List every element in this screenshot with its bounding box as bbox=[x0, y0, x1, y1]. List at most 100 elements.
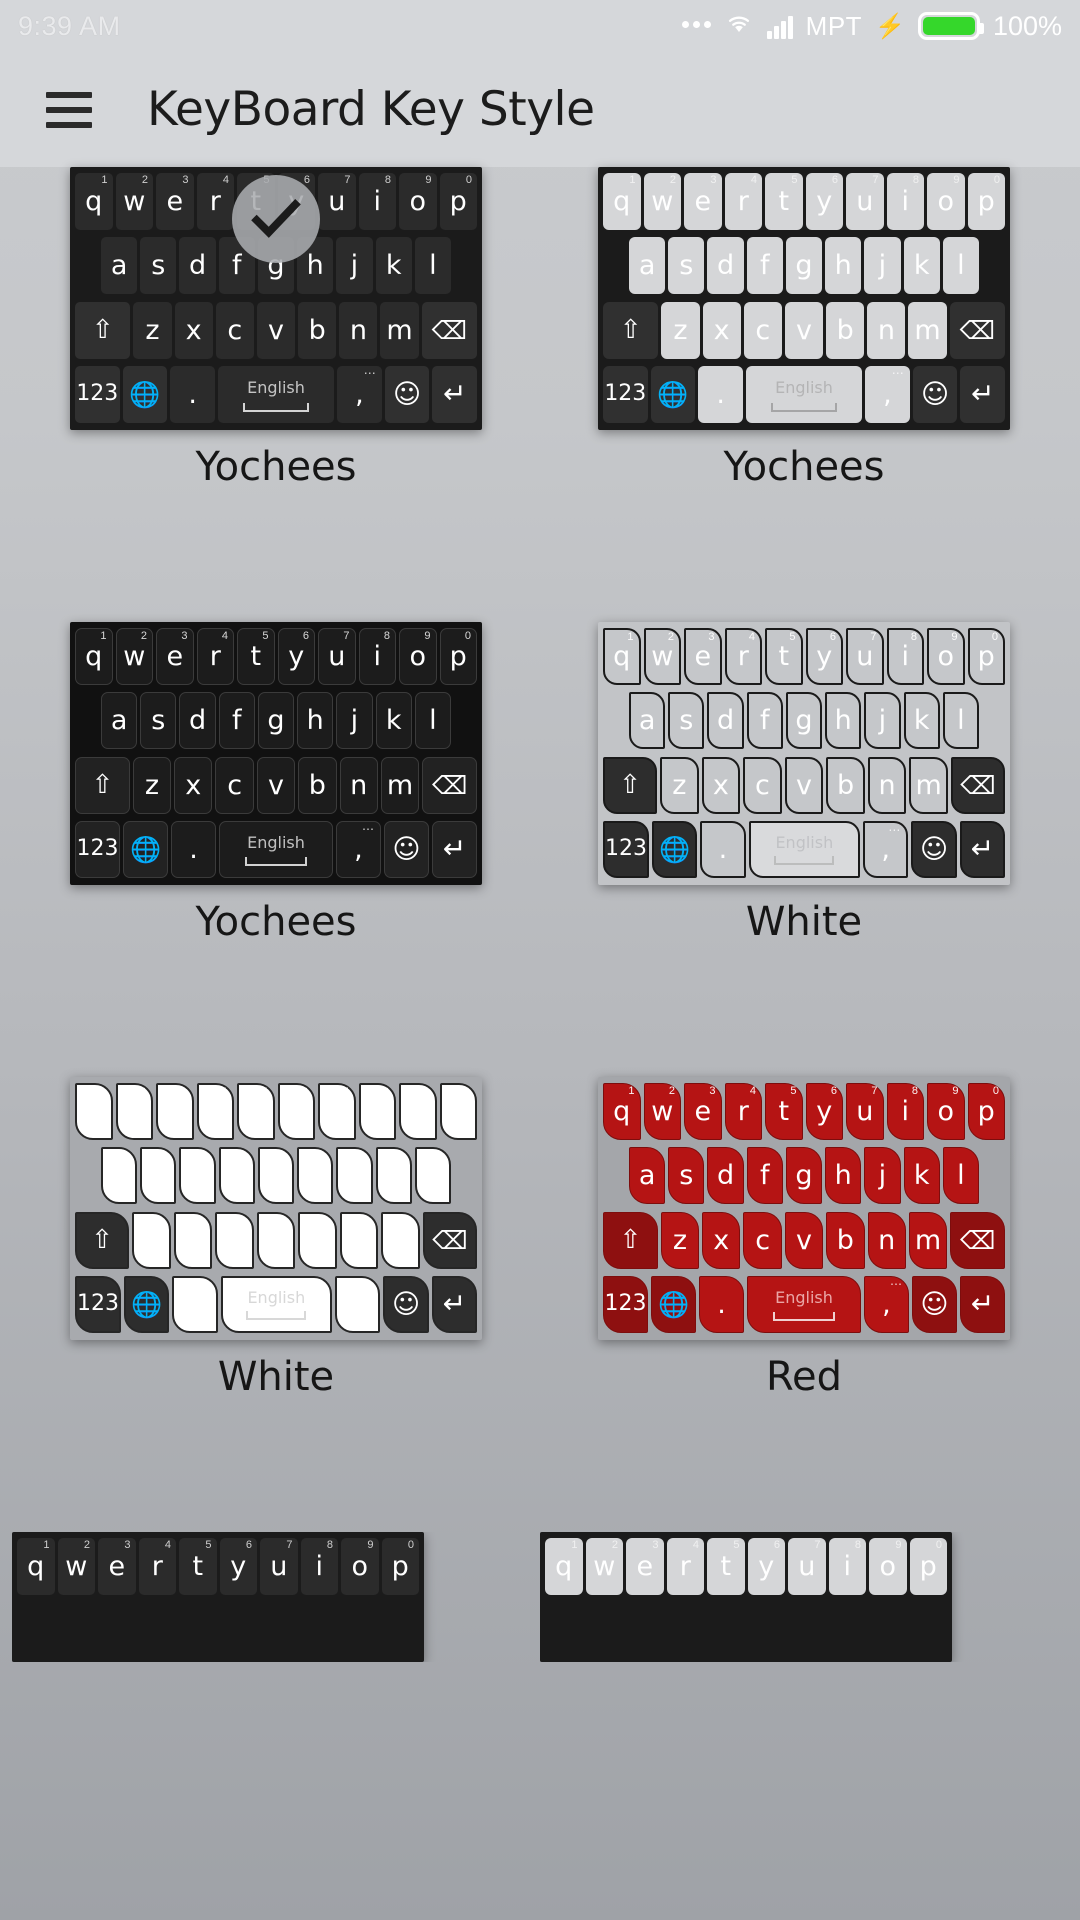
key-r[interactable]: 4r bbox=[724, 628, 762, 685]
backspace-key[interactable]: ⌫ bbox=[422, 756, 477, 814]
theme-card[interactable]: 1q2w3e4r5t6y7u8i9o0pasdfghjkl⇧zxcvbnm⌫12… bbox=[540, 1077, 1068, 1532]
key-y[interactable]: 6 bbox=[277, 1083, 315, 1140]
key-a[interactable]: a bbox=[101, 237, 138, 295]
key-a[interactable]: a bbox=[101, 692, 138, 750]
key-i[interactable]: 8i bbox=[886, 173, 924, 230]
backspace-key[interactable]: ⌫ bbox=[950, 1211, 1005, 1269]
key-e[interactable]: 3e bbox=[684, 173, 722, 230]
key-e[interactable]: 3e bbox=[156, 173, 194, 230]
key-h[interactable]: h bbox=[297, 692, 334, 750]
key-o[interactable]: 9o bbox=[341, 1538, 379, 1595]
key-w[interactable]: 2w bbox=[643, 628, 681, 685]
theme-card[interactable]: 1q2w3e4r5t6y7u8i9o0p bbox=[540, 1532, 1068, 1662]
key-p[interactable]: 0p bbox=[381, 1538, 419, 1595]
key-e[interactable]: 3e bbox=[98, 1538, 136, 1595]
key-z[interactable]: z bbox=[133, 301, 172, 359]
key-a[interactable]: a bbox=[629, 1147, 666, 1205]
key-q[interactable]: 1q bbox=[545, 1538, 583, 1595]
key-w[interactable]: 2w bbox=[115, 173, 153, 230]
key-x[interactable]: x bbox=[174, 756, 213, 814]
key-p[interactable]: 0p bbox=[439, 628, 477, 685]
key-p[interactable]: 0p bbox=[967, 1083, 1005, 1140]
key-d[interactable] bbox=[179, 1147, 216, 1205]
numeric-key[interactable]: 123 bbox=[75, 1275, 121, 1333]
space-key[interactable]: English bbox=[219, 820, 333, 878]
emoji-key[interactable]: ☺ bbox=[912, 365, 958, 423]
key-t[interactable]: 5t bbox=[237, 628, 275, 685]
key-j[interactable]: j bbox=[336, 692, 373, 750]
key-g[interactable] bbox=[257, 1147, 295, 1205]
key-u[interactable]: 7u bbox=[846, 1083, 884, 1140]
numeric-key[interactable]: 123 bbox=[74, 365, 120, 423]
key-r[interactable]: 4r bbox=[196, 173, 234, 230]
period-key[interactable]: . bbox=[172, 1275, 218, 1333]
key-u[interactable]: 7 bbox=[318, 1083, 356, 1140]
key-k[interactable]: k bbox=[375, 237, 412, 295]
key-u[interactable]: 7u bbox=[260, 1538, 298, 1595]
theme-card[interactable]: 1q2w3e4r5t6y7u8i9o0pasdfghjkl⇧zxcvbnm⌫12… bbox=[540, 167, 1068, 622]
key-l[interactable]: l bbox=[414, 237, 451, 295]
theme-card[interactable]: 1q2w3e4r5t6y7u8i9o0pasdfghjkl⇧zxcvbnm⌫12… bbox=[12, 167, 540, 622]
key-o[interactable]: 9o bbox=[927, 1083, 965, 1140]
space-key[interactable]: English bbox=[217, 365, 335, 423]
key-a[interactable]: a bbox=[629, 237, 666, 295]
key-m[interactable]: m bbox=[380, 301, 419, 359]
key-p[interactable]: 0p bbox=[439, 173, 477, 230]
key-m[interactable] bbox=[381, 1211, 420, 1269]
key-y[interactable]: 6y bbox=[805, 173, 843, 230]
key-z[interactable]: z bbox=[661, 301, 700, 359]
period-key[interactable]: . bbox=[699, 1275, 745, 1333]
key-f[interactable]: f bbox=[218, 692, 255, 750]
key-b[interactable]: b bbox=[826, 1211, 865, 1269]
key-q[interactable]: 1q bbox=[75, 173, 113, 230]
key-v[interactable] bbox=[256, 1211, 296, 1269]
key-s[interactable]: s bbox=[668, 237, 705, 295]
key-f[interactable]: f bbox=[746, 237, 783, 295]
key-n[interactable]: n bbox=[867, 301, 906, 359]
space-key[interactable]: English bbox=[747, 1275, 861, 1333]
key-k[interactable] bbox=[375, 1147, 412, 1205]
key-g[interactable]: g bbox=[785, 1147, 823, 1205]
key-k[interactable]: k bbox=[903, 237, 940, 295]
key-e[interactable]: 3e bbox=[684, 1083, 722, 1140]
key-i[interactable]: 8 bbox=[358, 1083, 396, 1140]
key-y[interactable]: 6y bbox=[805, 628, 843, 685]
key-x[interactable]: x bbox=[702, 301, 741, 359]
key-y[interactable]: 6y bbox=[805, 1083, 843, 1140]
space-key[interactable]: English bbox=[220, 1275, 333, 1333]
key-i[interactable]: 8i bbox=[358, 628, 396, 685]
numeric-key[interactable]: 123 bbox=[603, 1275, 649, 1333]
globe-icon[interactable]: 🌐 bbox=[124, 1275, 170, 1333]
key-u[interactable]: 7u bbox=[846, 173, 884, 230]
key-d[interactable]: d bbox=[707, 237, 744, 295]
key-l[interactable]: l bbox=[942, 237, 979, 295]
key-j[interactable]: j bbox=[864, 237, 901, 295]
key-p[interactable]: 0 bbox=[439, 1083, 477, 1140]
period-key[interactable]: . bbox=[171, 820, 217, 878]
key-e[interactable]: 3e bbox=[684, 628, 722, 685]
key-s[interactable]: s bbox=[668, 692, 705, 750]
backspace-key[interactable]: ⌫ bbox=[422, 1211, 478, 1269]
key-w[interactable]: 2w bbox=[57, 1538, 95, 1595]
comma-key[interactable]: , ⋯ bbox=[335, 1275, 381, 1333]
shift-key[interactable]: ⇧ bbox=[74, 301, 131, 359]
key-e[interactable]: 3e bbox=[626, 1538, 664, 1595]
backspace-key[interactable]: ⌫ bbox=[950, 756, 1006, 814]
key-l[interactable]: l bbox=[414, 692, 451, 750]
theme-card[interactable]: 1 2 3 4 5 6 7 8 9 0 ⇧ ⌫ 123 🌐. English, ⋯ ☺ ↵ White bbox=[12, 1077, 540, 1532]
enter-key[interactable]: ↵ bbox=[959, 1275, 1005, 1333]
keyboard-preview[interactable]: 1 2 3 4 5 6 7 8 9 0 ⇧ ⌫ 123 🌐. English, ⋯ ☺ ↵ bbox=[70, 1077, 482, 1340]
comma-key[interactable]: , ⋯ bbox=[337, 365, 382, 423]
key-r[interactable]: 4r bbox=[724, 173, 762, 230]
comma-key[interactable]: , ⋯ bbox=[863, 820, 909, 878]
enter-key[interactable]: ↵ bbox=[960, 365, 1006, 423]
key-r[interactable]: 4r bbox=[666, 1538, 704, 1595]
key-g[interactable]: g bbox=[257, 692, 295, 750]
key-c[interactable]: c bbox=[743, 756, 782, 814]
key-i[interactable]: 8i bbox=[828, 1538, 866, 1595]
globe-icon[interactable]: 🌐 bbox=[651, 1275, 697, 1333]
shift-key[interactable]: ⇧ bbox=[603, 1211, 658, 1269]
key-e[interactable]: 3e bbox=[156, 628, 194, 685]
key-q[interactable]: 1q bbox=[603, 628, 641, 685]
key-k[interactable]: k bbox=[375, 692, 412, 750]
